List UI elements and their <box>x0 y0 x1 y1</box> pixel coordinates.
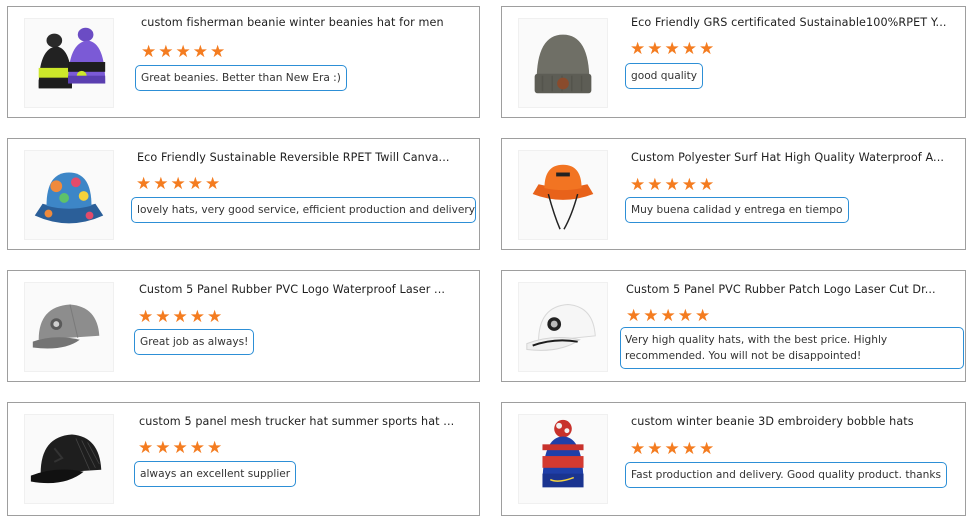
product-title[interactable]: Eco Friendly Sustainable Reversible RPET… <box>137 151 457 164</box>
review-text: lovely hats, very good service, efficien… <box>131 197 476 223</box>
rating-stars: ★★★★★ <box>626 306 713 326</box>
review-card: Custom Polyester Surf Hat High Quality W… <box>501 138 966 250</box>
review-text: Very high quality hats, with the best pr… <box>620 327 964 369</box>
review-card: Custom 5 Panel PVC Rubber Patch Logo Las… <box>501 270 966 382</box>
review-card: custom fisherman beanie winter beanies h… <box>7 6 480 118</box>
product-title[interactable]: Eco Friendly GRS certificated Sustainabl… <box>631 16 951 29</box>
review-card: Eco Friendly GRS certificated Sustainabl… <box>501 6 966 118</box>
review-card: Eco Friendly Sustainable Reversible RPET… <box>7 138 480 250</box>
bobble-beanie-icon[interactable] <box>518 414 608 504</box>
product-title[interactable]: Custom Polyester Surf Hat High Quality W… <box>631 151 951 164</box>
product-title[interactable]: Custom 5 Panel PVC Rubber Patch Logo Las… <box>626 283 946 296</box>
rating-stars: ★★★★★ <box>138 438 225 458</box>
rating-stars: ★★★★★ <box>630 175 717 195</box>
product-title[interactable]: custom 5 panel mesh trucker hat summer s… <box>139 415 459 428</box>
pom-beanie-pair-icon[interactable] <box>24 18 114 108</box>
grey-cap-icon[interactable] <box>24 282 114 372</box>
rating-stars: ★★★★★ <box>136 174 223 194</box>
review-card: custom winter beanie 3D embroidery bobbl… <box>501 402 966 516</box>
product-title[interactable]: Custom 5 Panel Rubber PVC Logo Waterproo… <box>139 283 459 296</box>
review-text: always an excellent supplier <box>134 461 297 487</box>
review-text: good quality <box>625 63 704 89</box>
review-card: Custom 5 Panel Rubber PVC Logo Waterproo… <box>7 270 480 382</box>
review-text: Fast production and delivery. Good quali… <box>625 462 948 488</box>
review-text: Muy buena calidad y entrega en tiempo <box>625 197 849 223</box>
review-text: Great job as always! <box>134 329 255 355</box>
black-trucker-cap-icon[interactable] <box>24 414 114 504</box>
product-title[interactable]: custom winter beanie 3D embroidery bobbl… <box>631 415 951 428</box>
orange-surf-hat-icon[interactable] <box>518 150 608 240</box>
white-rope-cap-icon[interactable] <box>518 282 608 372</box>
rating-stars: ★★★★★ <box>141 42 228 62</box>
rating-stars: ★★★★★ <box>138 307 225 327</box>
review-card: custom 5 panel mesh trucker hat summer s… <box>7 402 480 516</box>
product-title[interactable]: custom fisherman beanie winter beanies h… <box>141 16 471 29</box>
floral-bucket-hat-icon[interactable] <box>24 150 114 240</box>
grey-beanie-icon[interactable] <box>518 18 608 108</box>
rating-stars: ★★★★★ <box>630 39 717 59</box>
rating-stars: ★★★★★ <box>630 439 717 459</box>
review-text: Great beanies. Better than New Era :) <box>135 65 347 91</box>
